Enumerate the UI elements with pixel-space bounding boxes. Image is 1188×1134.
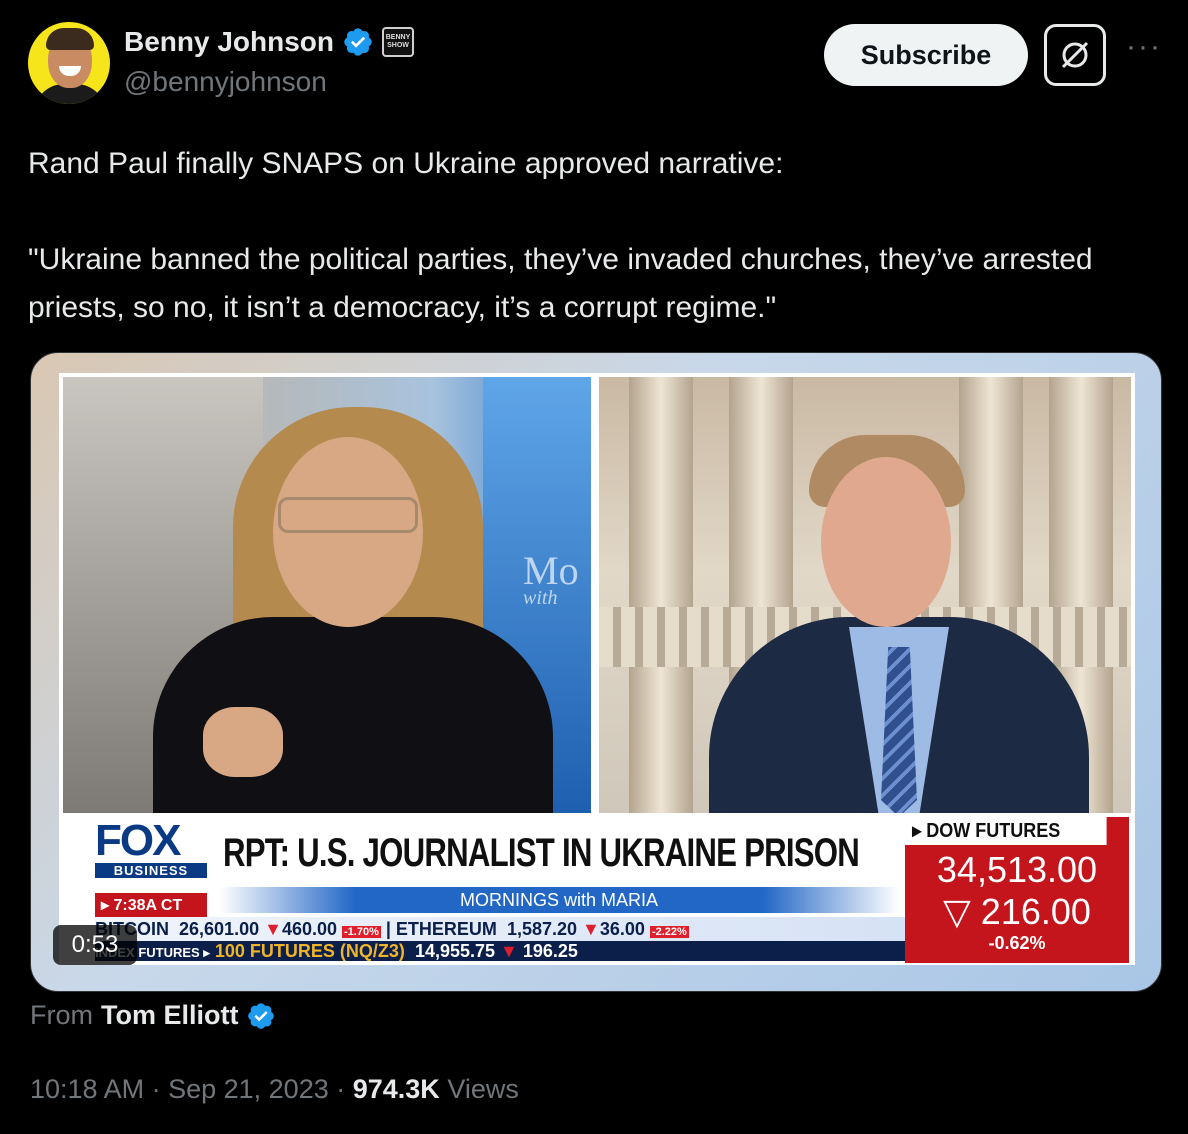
tweet-meta: 10:18 AM · Sep 21, 2023 · 974.3K Views — [30, 1074, 519, 1104]
studio-logo-subtext: with — [523, 587, 558, 609]
author-name[interactable]: Benny Johnson — [124, 26, 334, 58]
fox-business-logo: FOX BUSINESS — [95, 819, 207, 879]
video-duration: 0:53 — [53, 925, 137, 965]
guest-panel — [599, 377, 1131, 813]
views-label: Views — [447, 1074, 519, 1104]
author-handle[interactable]: @bennyjohnson — [124, 66, 327, 98]
lower-third: FOX BUSINESS ▸ 7:38A CT RPT: U.S. JOURNA… — [59, 817, 1135, 965]
subscribe-button[interactable]: Subscribe — [824, 24, 1028, 86]
views-count: 974.3K — [352, 1074, 440, 1104]
author-name-row: Benny Johnson BENNY SHOW — [124, 26, 415, 58]
video-frame: Mo with FOX BUSINESS ▸ 7:38A CT RPT: U.S… — [59, 373, 1135, 965]
verified-badge-icon — [344, 28, 372, 56]
news-headline: RPT: U.S. JOURNALIST IN UKRAINE PRISON — [223, 831, 860, 875]
grok-glyph-icon — [1061, 41, 1089, 69]
show-name: MORNINGS with MARIA — [219, 887, 899, 913]
author-avatar[interactable] — [28, 22, 110, 104]
source-name[interactable]: Tom Elliott — [101, 1000, 238, 1031]
anchor-panel: Mo with — [63, 377, 591, 813]
affiliate-badge-icon[interactable]: BENNY SHOW — [382, 27, 415, 57]
verified-badge-icon — [248, 1002, 275, 1029]
market-ticker: BITCOIN 26,601.00 ▼460.00 -1.70% | ETHER… — [95, 917, 905, 961]
dow-futures-box: ▸ DOW FUTURES 34,513.00 ▽ 216.00 -0.62% — [905, 817, 1129, 963]
post-time[interactable]: 10:18 AM — [30, 1074, 144, 1104]
tweet-quote: "Ukraine banned the political parties, t… — [28, 243, 1093, 324]
video-source: From Tom Elliott — [30, 1000, 276, 1031]
post-date[interactable]: Sep 21, 2023 — [168, 1074, 329, 1104]
tweet-line: Rand Paul finally SNAPS on Ukraine appro… — [28, 147, 784, 180]
more-options-icon[interactable]: ··· — [1126, 30, 1162, 64]
video-player[interactable]: Mo with FOX BUSINESS ▸ 7:38A CT RPT: U.S… — [30, 352, 1162, 992]
broadcast-time: ▸ 7:38A CT — [95, 893, 207, 917]
tweet-text: Rand Paul finally SNAPS on Ukraine appro… — [28, 140, 1168, 332]
grok-icon[interactable] — [1044, 24, 1106, 86]
